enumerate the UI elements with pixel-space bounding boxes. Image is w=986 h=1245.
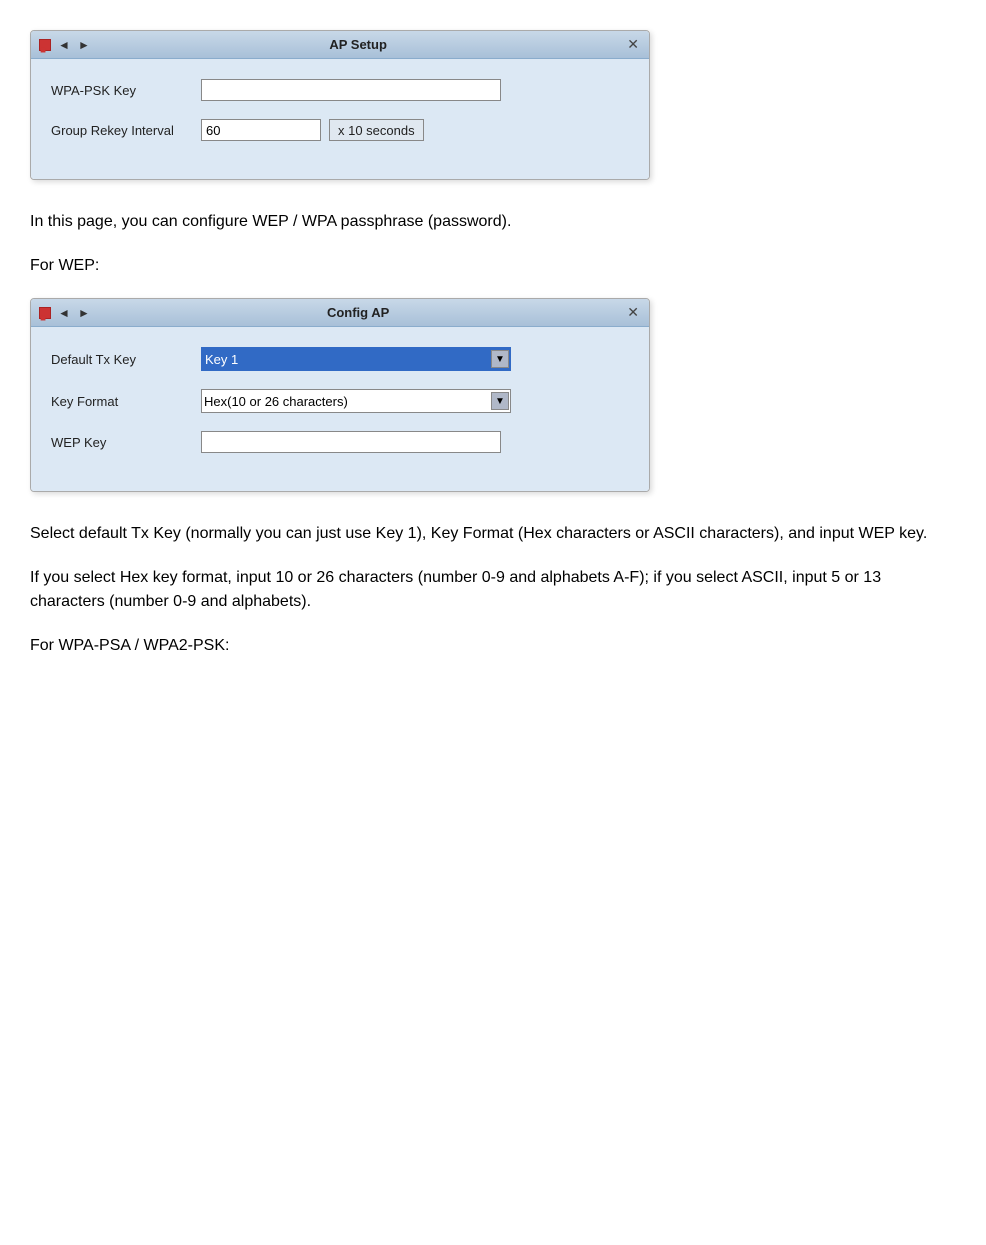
default-tx-key-label: Default Tx Key <box>51 352 201 367</box>
config-ap-title: Config AP <box>91 305 625 320</box>
forward-button[interactable]: ► <box>77 38 91 52</box>
ap-setup-window: ■ ◄ ► AP Setup ✕ WPA-PSK Key Group Rekey… <box>30 30 650 180</box>
wpa-psk-input[interactable] <box>201 79 501 101</box>
key-format-select[interactable]: Hex(10 or 26 characters) ASCII(5 or 13 c… <box>201 389 511 413</box>
ap-setup-form: WPA-PSK Key Group Rekey Interval x 10 se… <box>51 79 629 141</box>
config-ap-stop-icon: ■ <box>40 313 46 324</box>
paragraph-for-wpa-psk: For WPA-PSA / WPA2-PSK: <box>30 634 956 658</box>
default-tx-key-select[interactable]: Key 1 Key 2 Key 3 Key 4 <box>201 347 511 371</box>
group-rekey-row: Group Rekey Interval x 10 seconds <box>51 119 629 141</box>
wep-key-label: WEP Key <box>51 435 201 450</box>
stop-button[interactable]: ■ <box>39 39 51 51</box>
config-ap-form: Default Tx Key Key 1 Key 2 Key 3 Key 4 ▼… <box>51 347 629 453</box>
config-ap-close-button[interactable]: ✕ <box>625 304 641 321</box>
wpa-psk-row: WPA-PSK Key <box>51 79 629 101</box>
config-ap-window: ■ ◄ ► Config AP ✕ Default Tx Key Key 1 K… <box>30 298 650 492</box>
ap-setup-close-button[interactable]: ✕ <box>625 36 641 53</box>
default-tx-key-row: Default Tx Key Key 1 Key 2 Key 3 Key 4 ▼ <box>51 347 629 371</box>
config-ap-back-button[interactable]: ◄ <box>57 306 71 320</box>
key-format-label: Key Format <box>51 394 201 409</box>
wep-key-row: WEP Key <box>51 431 629 453</box>
key-format-row: Key Format Hex(10 or 26 characters) ASCI… <box>51 389 629 413</box>
paragraph-configure-wep-wpa: In this page, you can configure WEP / WP… <box>30 210 956 234</box>
group-rekey-input[interactable] <box>201 119 321 141</box>
default-tx-key-select-wrapper: Key 1 Key 2 Key 3 Key 4 ▼ <box>201 347 511 371</box>
paragraph-for-wep: For WEP: <box>30 254 956 278</box>
ap-setup-titlebar: ■ ◄ ► AP Setup ✕ <box>31 31 649 59</box>
titlebar-controls: ■ ◄ ► <box>39 38 91 52</box>
ap-setup-body: WPA-PSK Key Group Rekey Interval x 10 se… <box>31 59 649 179</box>
group-rekey-label: Group Rekey Interval <box>51 123 201 138</box>
config-ap-body: Default Tx Key Key 1 Key 2 Key 3 Key 4 ▼… <box>31 327 649 491</box>
ap-setup-title: AP Setup <box>91 37 625 52</box>
config-ap-stop-button[interactable]: ■ <box>39 307 51 319</box>
config-ap-forward-button[interactable]: ► <box>77 306 91 320</box>
wep-key-input[interactable] <box>201 431 501 453</box>
x10-seconds-label: x 10 seconds <box>329 119 424 141</box>
wpa-psk-label: WPA-PSK Key <box>51 83 201 98</box>
key-format-select-wrapper: Hex(10 or 26 characters) ASCII(5 or 13 c… <box>201 389 511 413</box>
paragraph-hex-ascii: If you select Hex key format, input 10 o… <box>30 566 956 614</box>
paragraph-select-tx-key: Select default Tx Key (normally you can … <box>30 522 956 546</box>
back-button[interactable]: ◄ <box>57 38 71 52</box>
config-ap-titlebar-controls: ■ ◄ ► <box>39 306 91 320</box>
stop-icon: ■ <box>40 45 46 56</box>
config-ap-titlebar: ■ ◄ ► Config AP ✕ <box>31 299 649 327</box>
